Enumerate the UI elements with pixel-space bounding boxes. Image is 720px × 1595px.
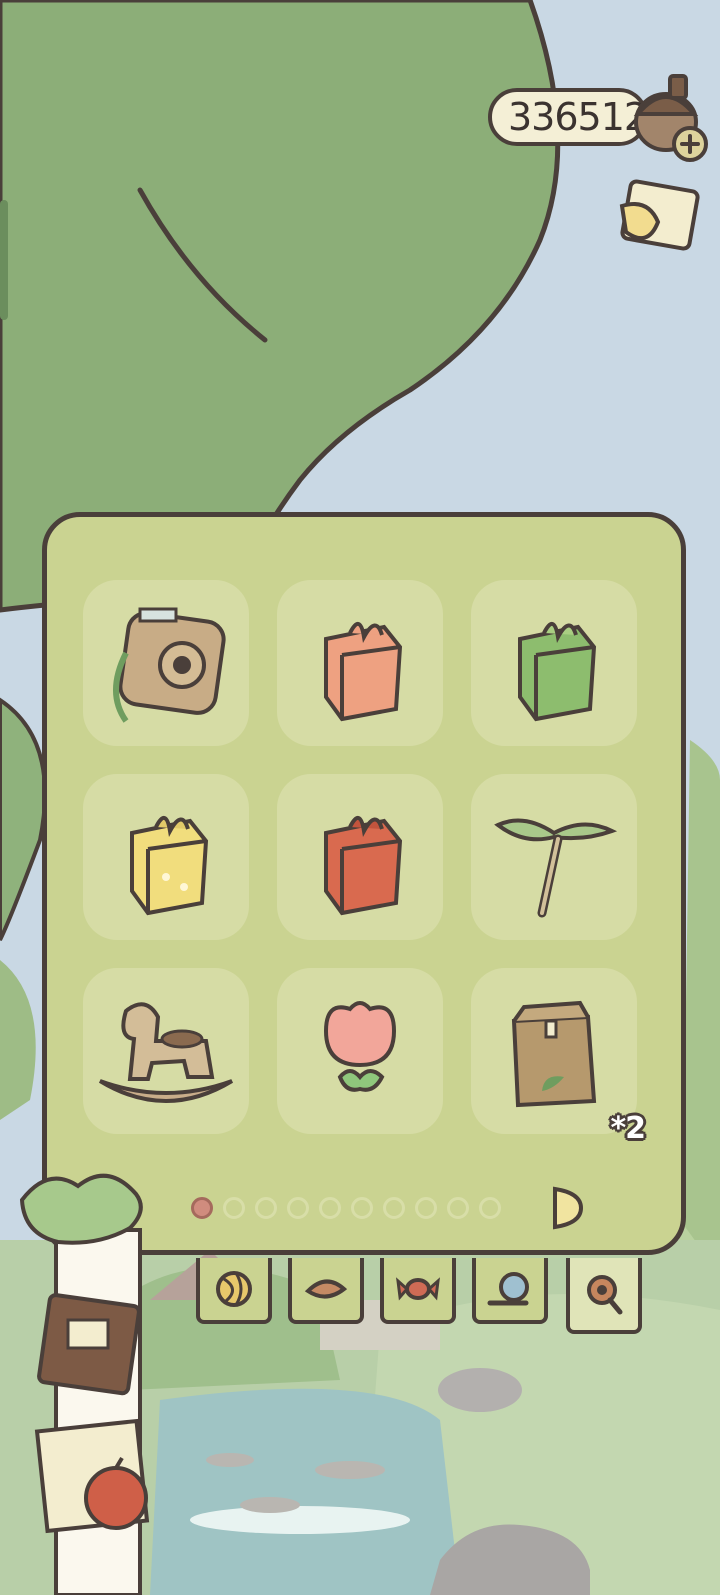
item-slot-gift-green[interactable] — [471, 580, 637, 746]
gift-box-icon — [518, 622, 597, 722]
snail-icon — [487, 1272, 529, 1306]
tab-snail[interactable] — [472, 1258, 548, 1324]
item-slot-bamboo-copter[interactable] — [471, 774, 637, 940]
gift-box-icon — [130, 816, 209, 916]
item-slot-tulip[interactable] — [277, 968, 443, 1134]
item-slot-paper-bag[interactable]: *2 — [471, 968, 646, 1146]
inventory-panel: *2 — [42, 512, 686, 1255]
rocking-horse-icon — [98, 1002, 234, 1103]
acorn-count: 336512 — [508, 95, 648, 139]
acorn-counter: 336512 — [488, 88, 648, 146]
page-dot[interactable] — [383, 1197, 405, 1219]
page-indicator — [191, 1197, 501, 1219]
page-dot[interactable] — [191, 1197, 213, 1219]
item-count-badge: *2 — [610, 1111, 646, 1146]
yarn-ball-icon — [216, 1271, 252, 1307]
page-dot[interactable] — [415, 1197, 437, 1219]
leaf-icon — [304, 1279, 348, 1299]
tab-leaf[interactable] — [288, 1258, 364, 1324]
tulip-icon — [323, 1001, 397, 1092]
letters-button[interactable] — [618, 178, 704, 258]
gift-box-icon — [324, 816, 403, 916]
magnifier-icon — [587, 1275, 623, 1315]
page-dot[interactable] — [319, 1197, 341, 1219]
item-slot-gift-orange[interactable] — [277, 580, 443, 746]
bamboo-copter-icon — [494, 818, 618, 918]
page-dot[interactable] — [447, 1197, 469, 1219]
next-page-arrow-icon[interactable] — [551, 1185, 583, 1231]
item-slot-gift-yellow[interactable] — [83, 774, 249, 940]
backpack-stack[interactable] — [18, 1170, 178, 1595]
tab-yarn[interactable] — [196, 1258, 272, 1324]
acorn-add-button[interactable] — [630, 72, 710, 164]
item-slot-rocking-horse[interactable] — [83, 968, 249, 1134]
item-slot-camera[interactable] — [83, 580, 249, 746]
page-dot[interactable] — [287, 1197, 309, 1219]
page-dot[interactable] — [351, 1197, 373, 1219]
page-dot[interactable] — [479, 1197, 501, 1219]
item-slot-gift-red[interactable] — [277, 774, 443, 940]
paper-bag-icon — [511, 1000, 597, 1108]
camera-icon — [113, 607, 226, 723]
page-dot[interactable] — [223, 1197, 245, 1219]
tab-magnifier[interactable] — [566, 1258, 642, 1334]
tab-candy[interactable] — [380, 1258, 456, 1324]
candy-icon — [396, 1277, 440, 1301]
page-dot[interactable] — [255, 1197, 277, 1219]
gift-box-icon — [324, 622, 403, 722]
